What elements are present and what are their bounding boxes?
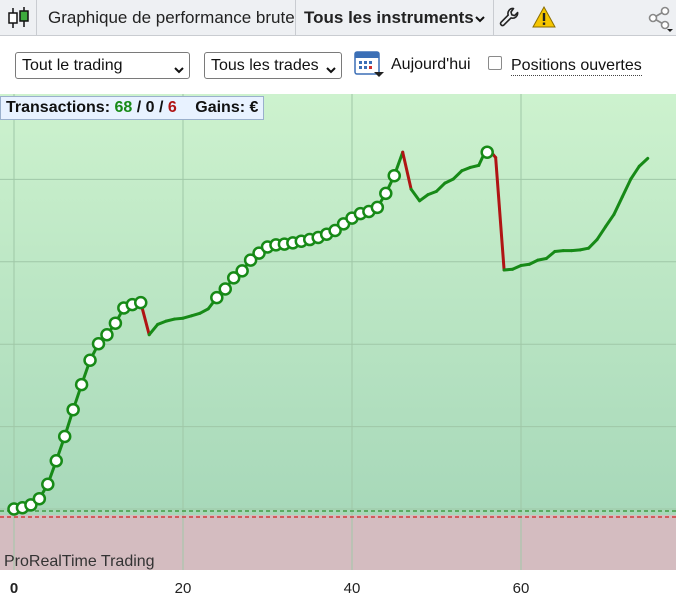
trade-marker[interactable] <box>83 353 97 368</box>
profit-zone <box>0 94 676 515</box>
chevron-down-icon <box>325 59 337 84</box>
summary-box: Transactions: 68 / 0 / 6 Gains: € <box>0 96 265 120</box>
warning-icon[interactable] <box>532 5 556 28</box>
instruments-label: Tous les instruments <box>304 8 474 27</box>
calendar-icon[interactable] <box>353 48 385 78</box>
separator: / <box>136 99 142 116</box>
x-axis <box>0 570 676 598</box>
trade-marker[interactable] <box>235 264 249 278</box>
trade-marker[interactable] <box>49 454 63 468</box>
trade-marker[interactable] <box>41 477 55 492</box>
trade-marker[interactable] <box>66 402 80 417</box>
trading-select-value: Tout le trading <box>22 57 123 74</box>
x-tick-label: 60 <box>512 580 530 597</box>
trade-marker[interactable] <box>32 491 47 506</box>
chevron-down-icon <box>173 59 185 84</box>
trades-select-value: Tous les trades <box>211 57 319 74</box>
x-tick-label: 0 <box>9 580 19 597</box>
neutral-count: 0 <box>145 99 155 116</box>
separator: / <box>159 99 164 116</box>
trade-marker[interactable] <box>108 316 123 330</box>
losses-count: 6 <box>167 99 177 116</box>
trading-select[interactable]: Tout le trading <box>15 52 190 79</box>
toolbar: Graphique de performance brute Tous les … <box>0 0 676 36</box>
open-positions-label[interactable]: Positions ouvertes <box>511 56 642 76</box>
trade-marker[interactable] <box>370 200 385 215</box>
x-tick-label: 20 <box>174 580 192 597</box>
share-icon[interactable] <box>646 4 674 32</box>
trade-marker[interactable] <box>379 186 393 201</box>
chart-title: Graphique de performance brute <box>48 8 295 27</box>
trades-select[interactable]: Tous les trades <box>204 52 342 79</box>
performance-chart: ProRealTime Trading <box>0 94 676 570</box>
trade-marker[interactable] <box>74 377 89 392</box>
trade-marker[interactable] <box>387 168 401 183</box>
chevron-down-icon <box>474 12 486 30</box>
transactions-label: Transactions: <box>6 99 111 116</box>
gains-label: Gains: € <box>195 99 259 116</box>
trade-marker[interactable] <box>134 295 148 310</box>
toolbar-divider <box>493 0 494 36</box>
trade-marker[interactable] <box>100 327 114 342</box>
watermark: ProRealTime Trading <box>4 553 155 570</box>
date-label[interactable]: Aujourd'hui <box>391 56 471 74</box>
trade-marker[interactable] <box>480 145 494 159</box>
x-tick-label: 40 <box>343 580 361 597</box>
trade-marker[interactable] <box>91 337 106 351</box>
candlestick-chart-icon[interactable] <box>5 5 31 31</box>
instruments-dropdown[interactable]: Tous les instruments <box>296 0 492 36</box>
trade-marker[interactable] <box>218 282 232 296</box>
toolbar-divider <box>36 0 37 36</box>
wins-count: 68 <box>114 99 133 116</box>
trade-marker[interactable] <box>57 429 72 444</box>
wrench-icon[interactable] <box>498 6 520 28</box>
open-positions-checkbox[interactable] <box>488 56 502 70</box>
